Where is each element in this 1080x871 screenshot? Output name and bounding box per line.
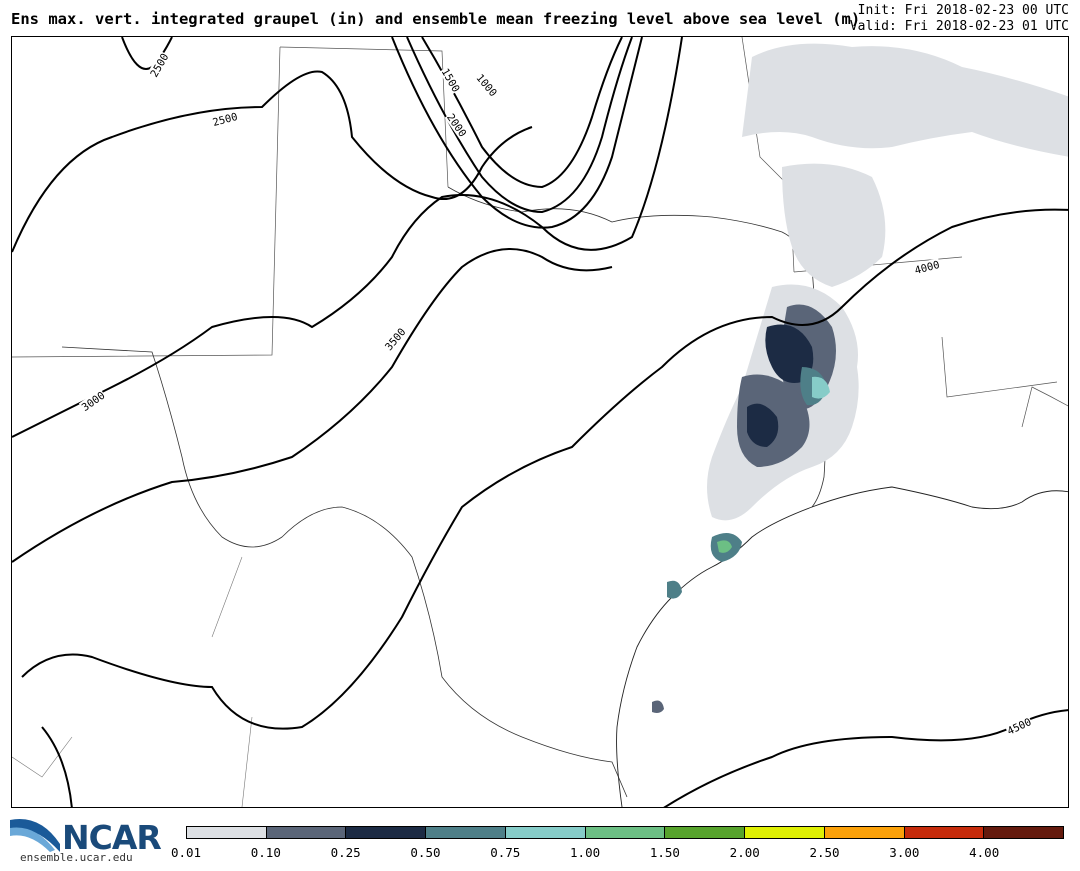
colorbar-tick-label: 1.00 — [570, 845, 601, 860]
valid-time: Valid: Fri 2018-02-23 01 UTC — [849, 19, 1069, 34]
colorbar — [186, 826, 1064, 839]
red-river — [447, 186, 813, 268]
ms-coast — [1021, 386, 1068, 428]
la-ms-border — [941, 336, 1058, 398]
init-valid-block: Init: Fri 2018-02-23 00 UTC Valid: Fri 2… — [850, 3, 1069, 35]
contour-3000-sw — [41, 726, 73, 807]
gulf-coastline — [616, 486, 1068, 807]
colorbar-segment — [505, 827, 586, 838]
colorbar-tick-label: 0.10 — [250, 845, 281, 860]
contour-3000 — [12, 37, 683, 438]
colorbar-tick-label: 0.75 — [490, 845, 521, 860]
colorbar-segment — [824, 827, 905, 838]
colorbar-segment — [585, 827, 666, 838]
colorbar-tick-label: 0.25 — [330, 845, 361, 860]
contour-1500 — [406, 37, 633, 214]
map-svg: 2500 1000 1500 2000 2500 4000 3500 3000 … — [12, 37, 1068, 807]
mexico-borders — [12, 556, 253, 807]
colorbar-tick-label: 2.00 — [729, 845, 760, 860]
nm-ok-border — [12, 46, 281, 358]
graupel-level2-c — [652, 700, 664, 713]
colorbar-segment — [665, 827, 746, 838]
contour-3500 — [12, 248, 613, 563]
map-title: Ens max. vert. integrated graupel (in) a… — [11, 10, 861, 28]
colorbar-labels: 0.01 0.10 0.25 0.50 0.75 1.00 1.50 2.00 2.50 3.00… — [0, 845, 1080, 861]
contour-label: 4000 — [913, 259, 941, 277]
colorbar-segment — [187, 827, 267, 838]
colorbar-segment — [266, 827, 347, 838]
colorbar-tick-label: 4.00 — [969, 845, 1000, 860]
colorbar-tick-label: 2.50 — [809, 845, 840, 860]
graupel-area-ar — [782, 163, 886, 287]
init-time: Init: Fri 2018-02-23 00 UTC — [857, 3, 1069, 18]
contour-label: 2500 — [211, 111, 239, 129]
contour-label: 1500 — [439, 67, 462, 95]
oklahoma-panhandle-border — [279, 46, 449, 188]
contour-label: 4500 — [1005, 716, 1033, 738]
colorbar-segment — [745, 827, 825, 838]
graupel-level4-c — [667, 580, 682, 599]
freezing-level-contours — [12, 37, 1068, 807]
graupel-shading — [652, 43, 1068, 713]
colorbar-segment — [984, 827, 1064, 838]
colorbar-segment — [904, 827, 985, 838]
contour-2500 — [12, 70, 533, 253]
colorbar-tick-label: 1.50 — [649, 845, 680, 860]
colorbar-tick-label: 0.50 — [410, 845, 441, 860]
colorbar-segment — [346, 827, 427, 838]
map-frame: 2500 1000 1500 2000 2500 4000 3500 3000 … — [11, 36, 1069, 808]
colorbar-segment — [426, 827, 506, 838]
contour-2000 — [391, 37, 643, 229]
colorbar-tick-label: 0.01 — [170, 845, 202, 860]
rio-grande — [61, 346, 628, 798]
colorbar-tick-label: 3.00 — [889, 845, 920, 860]
contour-label: 2500 — [148, 52, 171, 80]
contour-label-group: 2500 1000 1500 2000 2500 4000 3500 3000 … — [78, 50, 1033, 738]
contour-4000 — [21, 208, 1068, 730]
graupel-area-north — [742, 43, 1068, 157]
